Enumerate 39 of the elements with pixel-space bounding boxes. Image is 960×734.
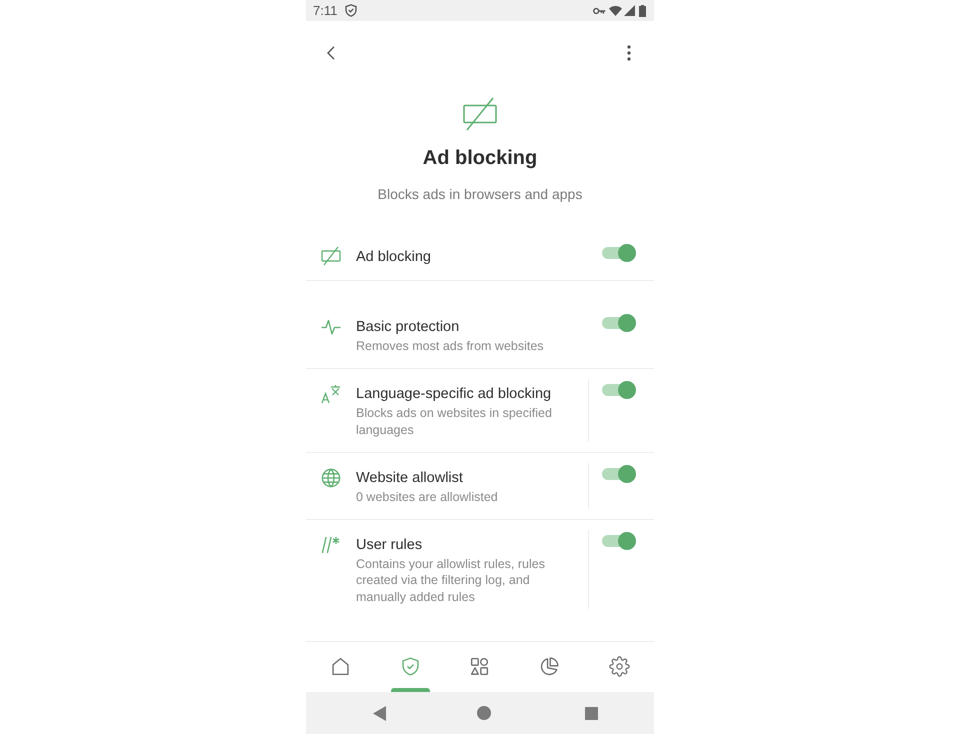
shield-check-icon <box>400 656 421 677</box>
key-icon <box>593 6 606 14</box>
nav-home-icon[interactable] <box>477 706 491 720</box>
toggle-switch[interactable] <box>602 531 636 552</box>
pulse-icon <box>321 317 341 337</box>
setting-description: Contains your allowlist rules, rules created via the filtering log, and manually added rules <box>356 556 546 606</box>
switch-label: Ad blocking <box>356 248 431 267</box>
signal-icon <box>624 5 635 16</box>
toggle-switch[interactable] <box>602 380 636 400</box>
setting-title: Website allowlist <box>356 468 464 488</box>
battery-icon <box>639 4 646 16</box>
translate-icon <box>321 384 341 404</box>
setting-description: 0 websites are allowlisted <box>356 488 499 506</box>
more-options-icon[interactable] <box>627 45 631 61</box>
shield-check-icon <box>345 4 358 17</box>
setting-description: Removes most ads from websites <box>356 338 545 354</box>
shapes-icon <box>469 656 490 677</box>
nav-recents-icon[interactable] <box>584 706 598 720</box>
wifi-icon <box>609 6 622 16</box>
toggle-switch[interactable] <box>602 243 636 263</box>
setting-title: Basic protection <box>356 318 460 337</box>
back-icon[interactable] <box>326 46 336 60</box>
setting-description: Blocks ads on websites in specified languages <box>356 405 553 438</box>
toggle-switch[interactable] <box>602 313 636 333</box>
page-subtitle: Blocks ads in browsers and apps <box>378 185 582 204</box>
setting-title: Language-specific ad blocking <box>356 385 552 404</box>
pie-chart-icon <box>539 656 560 677</box>
home-icon <box>330 656 352 677</box>
tab-indicator <box>390 688 430 692</box>
toggle-switch[interactable] <box>602 464 636 484</box>
slashes-asterisk-icon <box>321 535 341 556</box>
page-title: Ad blocking <box>422 146 538 170</box>
crossed-screen-icon <box>321 246 341 266</box>
status-time: 7:11 <box>313 4 338 17</box>
settings-icon <box>608 656 630 677</box>
globe-icon <box>321 468 341 488</box>
crossed-screen-icon <box>462 97 498 131</box>
nav-back-icon[interactable] <box>372 706 386 720</box>
setting-title: User rules <box>356 536 424 556</box>
